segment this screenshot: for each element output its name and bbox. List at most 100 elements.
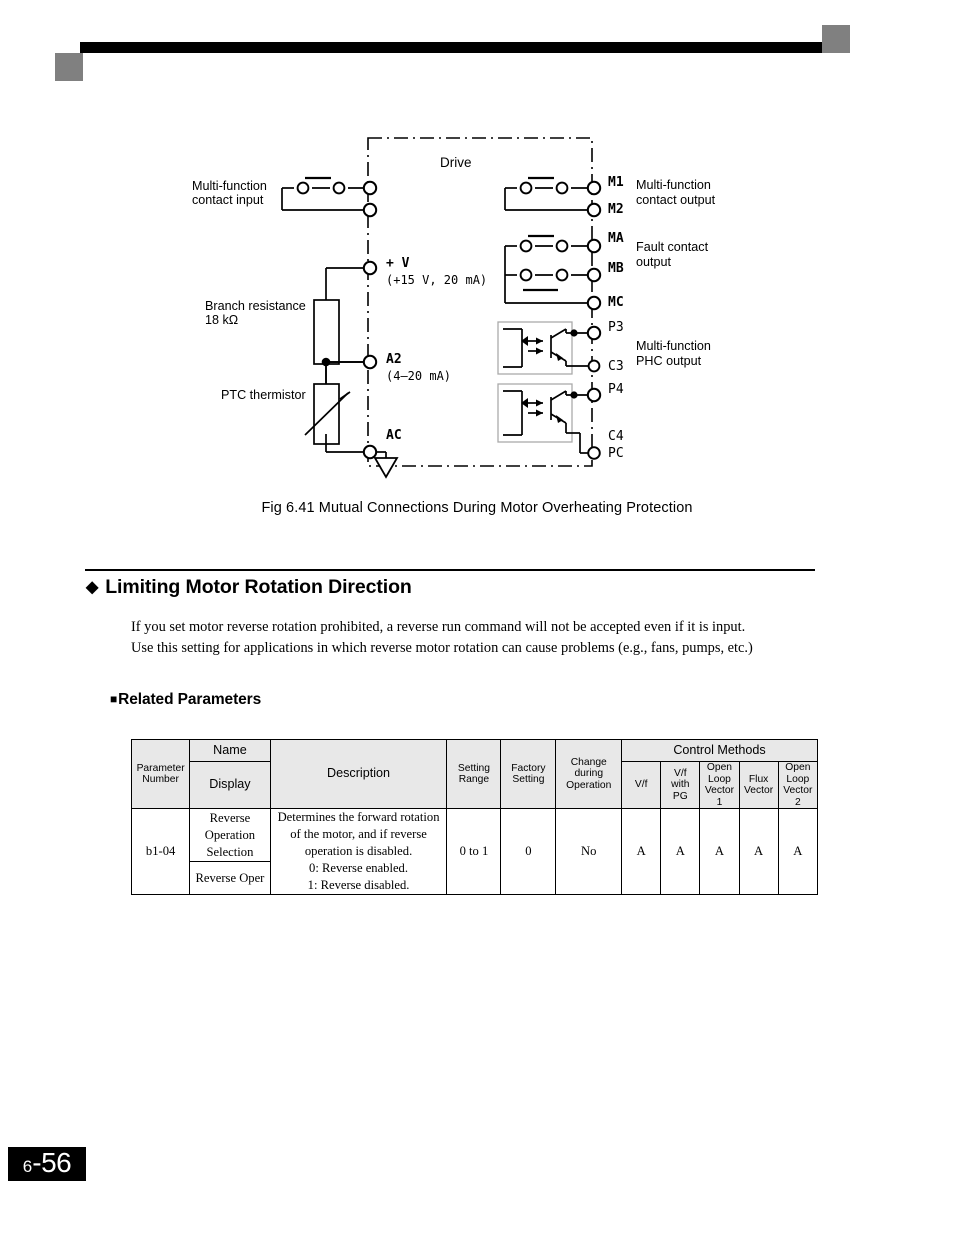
cell-display: Reverse Oper [189, 861, 271, 896]
label-mf-contact-output-line2: contact output [636, 193, 716, 207]
th-factory-setting-l2: Setting [512, 774, 545, 786]
terminal-plus-v-spec: (+15 V, 20 mA) [386, 273, 487, 287]
th-control-methods: Control Methods [621, 739, 818, 762]
th-vf-with-pg-l1: V/f [674, 767, 687, 779]
terminal-p3: P3 [608, 320, 624, 335]
table-row: b1-04 Reverse Operation Selection Determ… [130, 808, 819, 896]
cell-name: Reverse Operation Selection [189, 808, 271, 863]
square-bullet-icon: ■ [110, 692, 118, 706]
related-parameters-table: Parameter Number Name Description Settin… [130, 738, 819, 896]
label-mf-contact-output-line1: Multi-function [636, 178, 711, 192]
paragraph-line-1: If you set motor reverse rotation prohib… [131, 619, 746, 635]
section-paragraph: If you set motor reverse rotation prohib… [131, 617, 821, 659]
cell-name-l1: Reverse [209, 810, 251, 825]
cell-change-during-operation: No [555, 808, 623, 896]
header-rule [80, 42, 850, 53]
th-vf-with-pg-l3: PG [672, 790, 688, 802]
terminal-c3: C3 [608, 359, 624, 374]
cell-vf-with-pg: A [660, 808, 701, 896]
th-vf: V/f [621, 760, 662, 810]
section-divider [85, 569, 815, 571]
drive-label: Drive [440, 155, 472, 170]
subsection-heading-text: Related Parameters [118, 691, 262, 708]
label-fault-contact-output-line1: Fault contact [636, 240, 709, 254]
label-fault-contact-output-line2: output [636, 255, 672, 269]
page-number: -56 [32, 1147, 72, 1178]
label-mf-contact-input-line1: Multi-function [192, 179, 267, 193]
paragraph-line-2: Use this setting for applications in whi… [131, 640, 753, 656]
th-olv2-l3: Vector [783, 785, 813, 797]
section-heading-text: Limiting Motor Rotation Direction [105, 576, 412, 598]
th-olv1-l3: Vector [704, 785, 735, 797]
cell-open-loop-vector-1: A [699, 808, 740, 896]
cell-flux-vector: A [738, 808, 779, 896]
cell-description-l5: 1: Reverse disabled. [307, 878, 410, 893]
document-page: Drive Multi-function contact input + V (… [0, 0, 954, 1235]
label-mf-phc-output-line2: PHC output [636, 354, 702, 368]
th-display: Display [189, 760, 271, 810]
th-parameter-number-l2: Number [142, 774, 179, 786]
cell-name-l3: Selection [206, 844, 254, 859]
terminal-m1: M1 [608, 175, 624, 190]
th-factory-setting-l1: Factory [511, 762, 546, 774]
th-open-loop-vector-2: Open Loop Vector 2 [777, 760, 819, 810]
th-olv1-l4: 1 [716, 796, 723, 808]
th-flux-vector-l1: Flux [748, 773, 769, 785]
label-ptc-thermistor: PTC thermistor [221, 388, 306, 402]
figure-caption: Fig 6.41 Mutual Connections During Motor… [261, 500, 693, 516]
terminal-mc: MC [608, 295, 624, 310]
header-square-right [822, 25, 850, 53]
th-parameter-number: Parameter Number [130, 738, 191, 810]
terminal-a2-spec: (4–20 mA) [386, 369, 451, 383]
th-setting-range: Setting Range [446, 738, 502, 810]
th-olv2-l1: Open [785, 762, 811, 773]
label-mf-phc-output-line1: Multi-function [636, 339, 711, 353]
cell-open-loop-vector-2: A [777, 808, 819, 896]
terminal-p4: P4 [608, 382, 624, 397]
page-chapter: 6 [22, 1157, 33, 1176]
cell-description-l2: of the motor, and if reverse [290, 827, 427, 842]
section-heading: ◆ Limiting Motor Rotation Direction [86, 576, 412, 599]
terminal-ma: MA [608, 231, 624, 246]
figure-circuit-diagram: Drive Multi-function contact input + V (… [0, 120, 954, 480]
label-mf-contact-input-line2: contact input [192, 193, 264, 207]
cell-vf: A [621, 808, 662, 896]
header-square-left [55, 53, 83, 81]
th-change-l2: during [574, 768, 604, 780]
th-olv2-l2: Loop [786, 773, 810, 785]
th-description: Description [269, 738, 448, 810]
label-branch-resistance-line1: Branch resistance [205, 299, 306, 313]
subsection-heading: ■Related Parameters [110, 691, 261, 709]
th-setting-range-l2: Range [458, 774, 490, 786]
terminal-mb: MB [608, 261, 624, 276]
cell-description: Determines the forward rotation of the m… [269, 808, 448, 896]
th-name: Name [189, 739, 271, 762]
th-factory-setting: Factory Setting [500, 738, 557, 810]
cell-factory-setting: 0 [500, 808, 557, 896]
cell-description-l4: 0: Reverse enabled. [309, 861, 409, 876]
cell-parameter-number: b1-04 [130, 808, 191, 896]
cell-description-l3: operation is disabled. [304, 844, 413, 859]
terminal-plus-v: + V [386, 256, 410, 271]
th-olv2-l4: 2 [794, 796, 801, 808]
terminal-m2: M2 [608, 202, 624, 217]
th-olv1-l1: Open [706, 762, 733, 773]
diamond-bullet-icon: ◆ [86, 579, 99, 596]
th-change-l1: Change [570, 756, 607, 768]
th-vf-with-pg-l2: with [671, 779, 690, 791]
terminal-c4: C4 [608, 429, 624, 444]
page-number-badge: 6 -56 [8, 1147, 86, 1181]
cell-setting-range: 0 to 1 [446, 808, 502, 896]
th-change-l3: Operation [566, 779, 612, 791]
th-setting-range-l1: Setting [457, 762, 490, 774]
th-parameter-number-l1: Parameter [136, 762, 185, 774]
th-change-during-operation: Change during Operation [555, 738, 623, 810]
th-open-loop-vector-1: Open Loop Vector 1 [699, 760, 740, 810]
cell-name-l2: Operation [204, 827, 256, 842]
th-flux-vector-l2: Vector [744, 785, 774, 797]
terminal-a2: A2 [386, 352, 402, 367]
terminal-pc: PC [608, 446, 624, 461]
th-flux-vector: Flux Vector [738, 760, 779, 810]
cell-description-l1: Determines the forward rotation [277, 810, 440, 825]
label-branch-resistance-line2: 18 kΩ [205, 313, 238, 327]
